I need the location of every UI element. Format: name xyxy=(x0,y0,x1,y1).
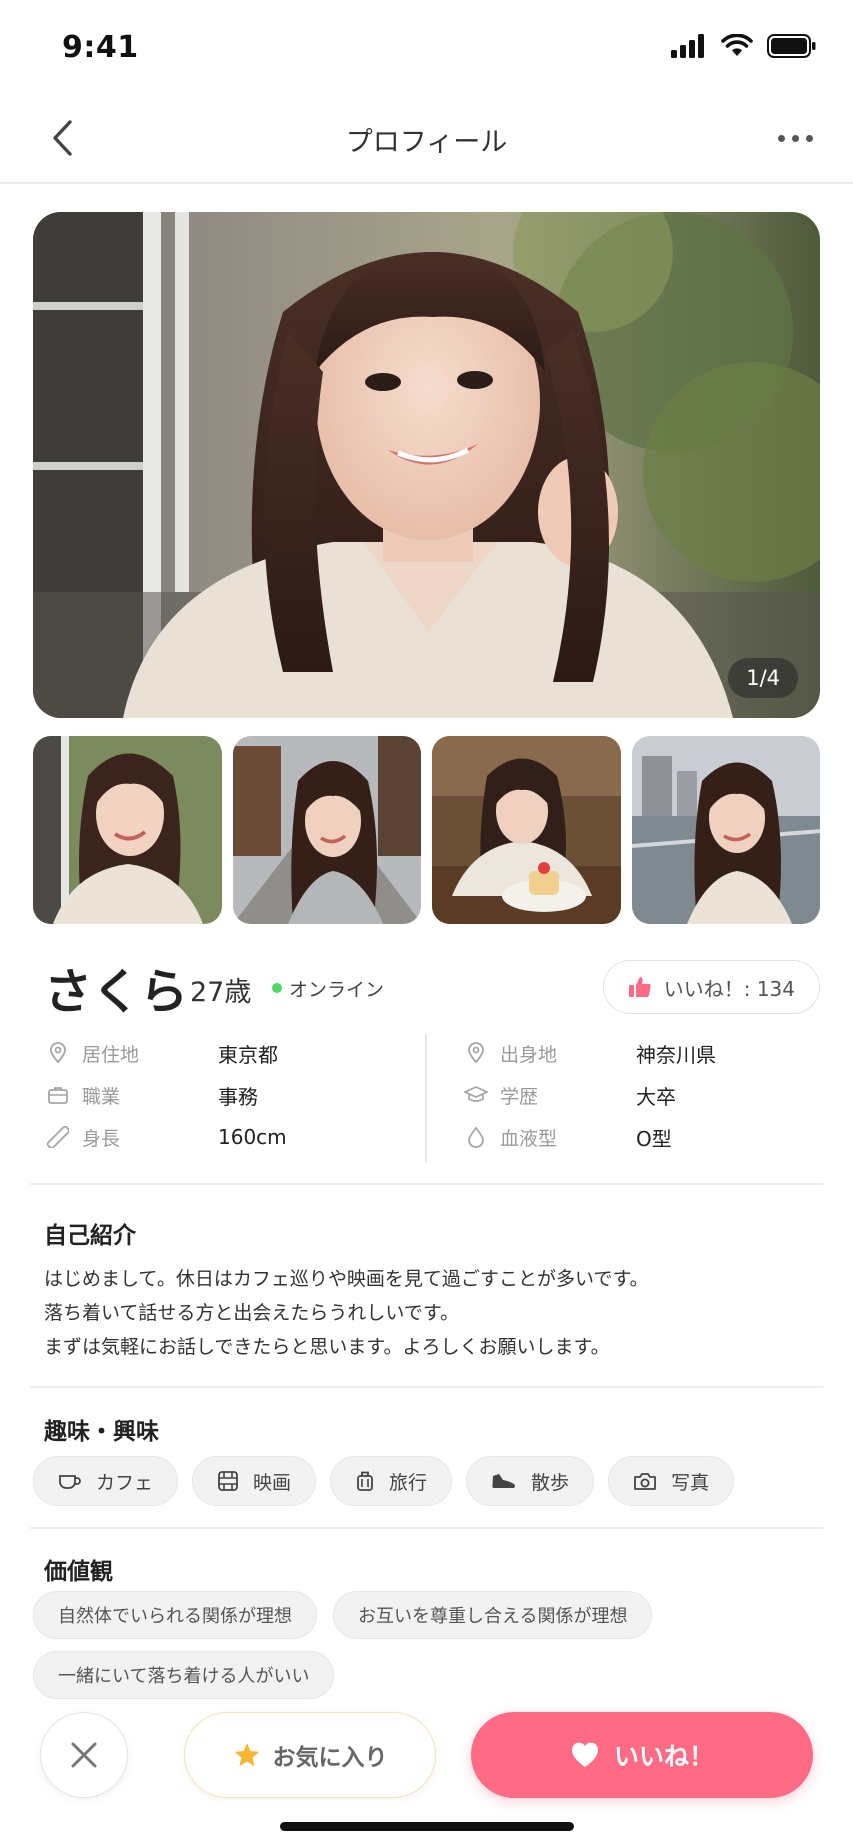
info-label: 出身地 xyxy=(500,1043,558,1066)
coffee-cup-icon xyxy=(59,1475,81,1489)
info-row-residence: 居住地 東京都 xyxy=(44,1032,414,1074)
briefcase-icon xyxy=(44,1081,72,1109)
photo-thumbnails xyxy=(33,736,820,924)
favorite-button[interactable]: お気に入り xyxy=(184,1712,436,1798)
intro-title: 自己紹介 xyxy=(44,1223,136,1249)
info-divider xyxy=(425,1034,427,1162)
star-icon xyxy=(234,1743,259,1767)
info-row-education: 学歴 大卒 xyxy=(462,1074,832,1116)
info-value: 大卒 xyxy=(636,1084,676,1109)
values-title: 価値観 xyxy=(44,1559,113,1585)
value-chip[interactable]: 自然体でいられる関係が理想 xyxy=(33,1591,317,1639)
info-value: 160cm xyxy=(218,1125,287,1149)
info-label: 居住地 xyxy=(82,1043,140,1066)
value-chip[interactable]: 一緒にいて落ち着ける人がいい xyxy=(33,1651,335,1699)
divider xyxy=(30,1183,823,1185)
intro-line: まずは気軽にお話しできたらと思います。よろしくお願いします。 xyxy=(44,1336,610,1358)
values-list: 自然体でいられる関係が理想 お互いを尊重し合える関係が理想 一緒にいて落ち着ける… xyxy=(33,1591,823,1699)
info-row-occupation: 職業 事務 xyxy=(44,1074,414,1116)
hobby-label: 旅行 xyxy=(389,1471,428,1494)
film-icon xyxy=(218,1471,238,1491)
like-label: いいね！ xyxy=(613,1742,714,1771)
more-button[interactable] xyxy=(767,116,823,160)
info-column-left: 居住地 東京都 職業 事務 身長 160cm xyxy=(44,1032,414,1158)
hobby-label: 写真 xyxy=(671,1471,710,1494)
hobby-label: 散歩 xyxy=(531,1471,570,1494)
intro-line: はじめまして。休日はカフェ巡りや映画を見て過ごすことが多いです。 xyxy=(44,1268,649,1290)
ruler-icon xyxy=(44,1123,72,1151)
close-icon xyxy=(71,1742,97,1768)
info-row-height: 身長 160cm xyxy=(44,1116,414,1158)
drop-icon xyxy=(462,1123,490,1151)
intro-line: 落ち着いて話せる方と出会えたらうれしいです。 xyxy=(44,1302,459,1324)
profile-age: 27歳 xyxy=(190,977,252,1008)
pass-button[interactable] xyxy=(40,1712,128,1798)
like-button[interactable]: いいね！ xyxy=(471,1712,813,1798)
intro-text: はじめまして。休日はカフェ巡りや映画を見て過ごすことが多いです。 落ち着いて話せ… xyxy=(44,1262,814,1364)
info-label: 職業 xyxy=(82,1085,121,1108)
action-bar: お気に入り いいね！ xyxy=(0,1700,853,1810)
thumbnail-2[interactable] xyxy=(232,736,421,924)
divider xyxy=(30,1527,823,1529)
like-count-text: いいね！: 134 xyxy=(663,976,795,1001)
info-value: 東京都 xyxy=(218,1042,278,1067)
suitcase-icon xyxy=(357,1471,373,1491)
online-indicator-icon xyxy=(272,983,282,993)
profile-photo-main xyxy=(33,212,820,718)
photo-counter: 1/4 xyxy=(728,658,798,698)
profile-name: さくら xyxy=(44,964,189,1020)
thumbs-up-icon xyxy=(628,977,651,997)
divider xyxy=(30,1386,823,1388)
value-chip[interactable]: お互いを尊重し合える関係が理想 xyxy=(333,1591,653,1639)
info-label: 身長 xyxy=(82,1127,121,1150)
info-value: 事務 xyxy=(218,1084,258,1109)
info-value: O型 xyxy=(636,1126,672,1151)
thumbnail-4[interactable] xyxy=(631,736,820,924)
hobby-chip-cafe[interactable]: カフェ xyxy=(33,1456,179,1506)
hobby-chip-walk[interactable]: 散歩 xyxy=(466,1456,595,1506)
hobby-label: 映画 xyxy=(253,1471,292,1494)
hobby-chip-movie[interactable]: 映画 xyxy=(192,1456,317,1506)
location-pin-icon xyxy=(462,1039,490,1067)
graduation-cap-icon xyxy=(462,1081,490,1109)
hobbies-title: 趣味・興味 xyxy=(44,1419,159,1445)
like-count-badge: いいね！: 134 xyxy=(602,960,820,1014)
wifi-icon xyxy=(721,34,753,56)
hobby-list: カフェ 映画 旅行 散歩 写真 xyxy=(33,1456,735,1506)
thumbnail-3[interactable] xyxy=(432,736,621,924)
battery-icon xyxy=(767,34,816,58)
location-pin-icon xyxy=(44,1039,72,1067)
online-status: オンライン xyxy=(289,979,385,1001)
signal-icon xyxy=(671,34,704,58)
thumbnail-1[interactable] xyxy=(33,736,222,924)
info-row-blood-type: 血液型 O型 xyxy=(462,1116,832,1158)
hobby-chip-photo[interactable]: 写真 xyxy=(608,1456,735,1506)
more-dots-icon xyxy=(777,134,785,142)
info-value: 神奈川県 xyxy=(636,1042,716,1067)
profile-info: 居住地 東京都 職業 事務 身長 160cm 出身地 神奈川県 学歴 大卒 血液… xyxy=(44,1032,820,1162)
page-title: プロフィール xyxy=(345,127,508,158)
hobby-chip-travel[interactable]: 旅行 xyxy=(330,1456,453,1506)
info-label: 血液型 xyxy=(500,1127,558,1150)
status-icons xyxy=(671,34,817,58)
main-photo[interactable]: 1/4 xyxy=(33,212,820,718)
info-label: 学歴 xyxy=(500,1085,539,1108)
heart-icon xyxy=(571,1742,598,1767)
home-indicator xyxy=(280,1822,574,1831)
status-time: 9:41 xyxy=(62,30,139,65)
shoe-icon xyxy=(492,1474,516,1488)
hobby-label: カフェ xyxy=(96,1471,154,1494)
info-row-hometown: 出身地 神奈川県 xyxy=(462,1032,832,1074)
camera-icon xyxy=(634,1473,656,1490)
info-column-right: 出身地 神奈川県 学歴 大卒 血液型 O型 xyxy=(462,1032,832,1158)
more-dot xyxy=(791,134,799,142)
favorite-label: お気に入り xyxy=(272,1745,388,1771)
more-dot xyxy=(805,134,813,142)
profile-header: さくら 27歳 オンライン いいね！: 134 xyxy=(44,950,820,1020)
nav-bar: プロフィール xyxy=(0,96,853,184)
status-bar: 9:41 xyxy=(0,0,853,96)
